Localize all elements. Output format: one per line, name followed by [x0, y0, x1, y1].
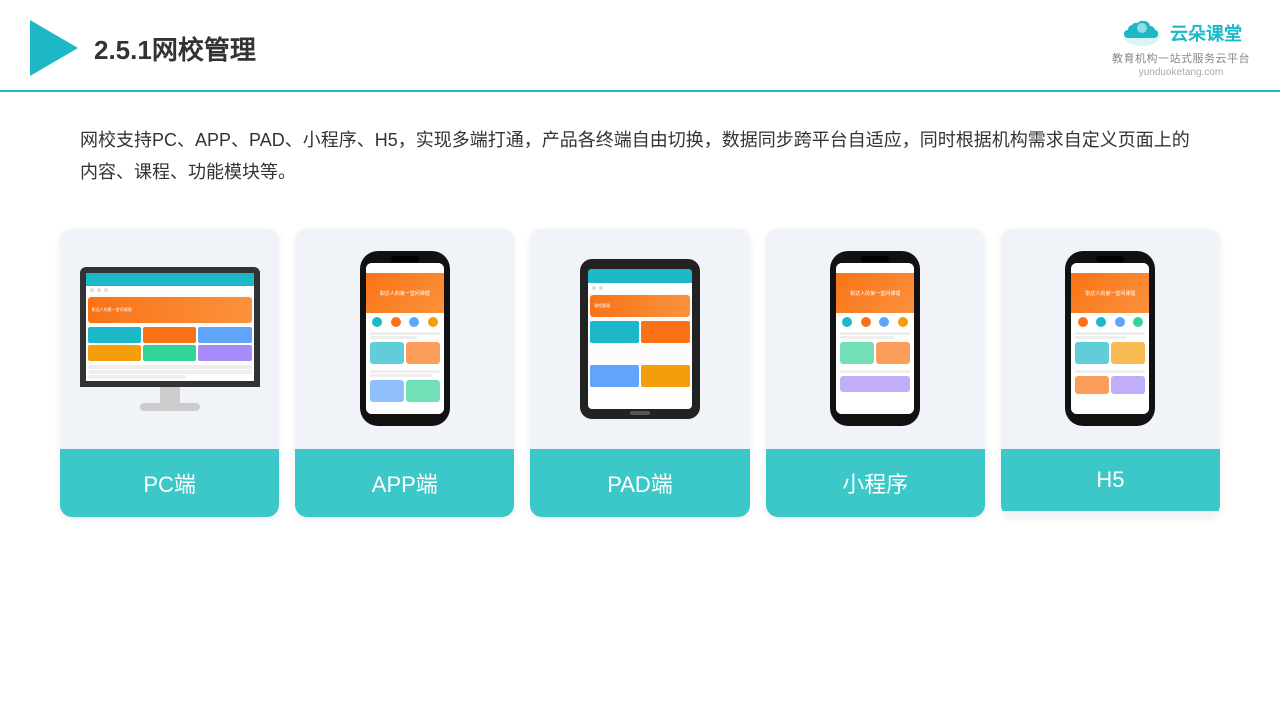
card-pc-image: 职达人的第一堂问课理	[60, 229, 279, 449]
header: 2.5.1网校管理 云朵课堂 教育机构一站式服务云平台 yunduoketang…	[0, 0, 1280, 92]
header-left: 2.5.1网校管理	[30, 20, 256, 76]
card-app-label: APP端	[295, 449, 514, 517]
card-miniprogram: 职达人的第一堂问课理	[766, 229, 985, 517]
card-pad-label: PAD端	[530, 449, 749, 517]
brand-url: yunduoketang.com	[1139, 67, 1224, 78]
pad-tablet-icon: 课程管理	[580, 259, 700, 419]
header-right: 云朵课堂 教育机构一站式服务云平台 yunduoketang.com	[1112, 18, 1250, 78]
card-app: 职达人的第一堂问课理	[295, 229, 514, 517]
card-h5-label: H5	[1001, 449, 1220, 511]
card-miniprogram-label: 小程序	[766, 449, 985, 517]
pc-monitor-icon: 职达人的第一堂问课理	[80, 267, 260, 411]
card-pad: 课程管理 PAD端	[530, 229, 749, 517]
card-h5-image: 职达人的第一堂问课理	[1001, 229, 1220, 449]
brand-slogan: 教育机构一站式服务云平台	[1112, 50, 1250, 66]
logo-triangle-icon	[30, 20, 78, 76]
card-pc-label: PC端	[60, 449, 279, 517]
card-miniprogram-image: 职达人的第一堂问课理	[766, 229, 985, 449]
cloud-icon	[1120, 18, 1164, 48]
card-pc: 职达人的第一堂问课理	[60, 229, 279, 517]
page-title: 2.5.1网校管理	[94, 30, 256, 67]
brand-name: 云朵课堂	[1170, 20, 1242, 46]
app-phone-icon: 职达人的第一堂问课理	[360, 251, 450, 426]
card-h5: 职达人的第一堂问课理	[1001, 229, 1220, 517]
miniprogram-phone-icon: 职达人的第一堂问课理	[830, 251, 920, 426]
card-pad-image: 课程管理	[530, 229, 749, 449]
description-text: 网校支持PC、APP、PAD、小程序、H5，实现多端打通，产品各终端自由切换，数…	[0, 92, 1280, 209]
card-app-image: 职达人的第一堂问课理	[295, 229, 514, 449]
h5-phone-icon: 职达人的第一堂问课理	[1065, 251, 1155, 426]
cards-container: 职达人的第一堂问课理	[0, 209, 1280, 547]
brand-logo: 云朵课堂	[1120, 18, 1242, 48]
